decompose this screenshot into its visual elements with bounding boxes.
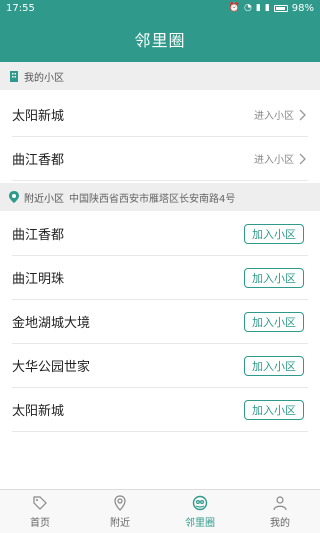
tab-neighborhood-label: 邻里圈	[185, 518, 215, 529]
nearby-community-item: 曲江明珠 加入小区	[12, 256, 308, 300]
status-time: 17:55	[6, 2, 35, 14]
my-community-header: 我的小区	[0, 62, 320, 90]
nearby-community-header: 附近小区 中国陕西省西安市雁塔区长安南路4号	[0, 183, 320, 211]
tab-profile-label: 我的	[270, 518, 290, 529]
my-community-item[interactable]: 太阳新城 进入小区	[12, 93, 308, 137]
enter-community-label: 进入小区	[254, 155, 294, 166]
wifi-icon: ◔	[244, 3, 252, 13]
battery-percent: 98%	[291, 2, 314, 14]
community-name: 金地湖城大境	[12, 316, 91, 331]
tab-home[interactable]: 首页	[0, 490, 80, 533]
enter-community-link[interactable]: 进入小区	[254, 151, 308, 166]
page-header: 邻里圈	[0, 16, 320, 62]
tag-icon	[33, 496, 47, 510]
location-pin-icon	[9, 191, 19, 203]
status-icons: ⏰ ◔ ▮ ▮ 98%	[229, 3, 314, 14]
nearby-community-item: 太阳新城 加入小区	[12, 388, 308, 432]
join-community-button[interactable]: 加入小区	[244, 223, 304, 244]
battery-icon	[273, 4, 288, 12]
community-name: 曲江明珠	[12, 272, 65, 287]
community-name: 太阳新城	[12, 404, 65, 419]
tab-home-label: 首页	[30, 518, 50, 529]
user-icon	[273, 496, 287, 511]
circle-icon	[192, 495, 208, 511]
nearby-community-item: 曲江香都 加入小区	[12, 212, 308, 256]
status-bar: 17:55 ⏰ ◔ ▮ ▮ 98%	[0, 0, 320, 16]
tab-nearby-label: 附近	[110, 518, 130, 529]
chevron-right-icon	[299, 109, 306, 120]
enter-community-label: 进入小区	[254, 111, 294, 122]
current-address: 中国陕西省西安市雁塔区长安南路4号	[69, 193, 236, 205]
nearby-community-item: 大华公园世家 加入小区	[12, 344, 308, 388]
tab-profile[interactable]: 我的	[240, 490, 320, 533]
my-community-title: 我的小区	[24, 72, 64, 84]
signal-icon-2: ▮	[264, 3, 270, 13]
alarm-icon: ⏰	[228, 3, 240, 13]
tab-neighborhood[interactable]: 邻里圈	[160, 490, 240, 533]
community-name: 太阳新城	[12, 109, 65, 124]
tab-nearby[interactable]: 附近	[80, 490, 160, 533]
join-community-button[interactable]: 加入小区	[244, 267, 304, 288]
join-community-button[interactable]: 加入小区	[244, 311, 304, 332]
nearby-community-item: 金地湖城大境 加入小区	[12, 300, 308, 344]
chevron-right-icon	[299, 153, 306, 164]
community-name: 曲江香都	[12, 228, 65, 243]
location-icon	[114, 495, 126, 511]
bottom-tab-bar: 首页 附近 邻里圈 我的	[0, 489, 320, 533]
join-community-button[interactable]: 加入小区	[244, 399, 304, 420]
signal-icon: ▮	[255, 3, 261, 13]
my-community-item[interactable]: 曲江香都 进入小区	[12, 137, 308, 181]
community-name: 大华公园世家	[12, 360, 91, 375]
join-community-button[interactable]: 加入小区	[244, 355, 304, 376]
building-icon	[10, 71, 18, 82]
community-name: 曲江香都	[12, 153, 65, 168]
nearby-community-title: 附近小区	[24, 193, 64, 205]
enter-community-link[interactable]: 进入小区	[254, 107, 308, 122]
page-title: 邻里圈	[134, 31, 186, 50]
